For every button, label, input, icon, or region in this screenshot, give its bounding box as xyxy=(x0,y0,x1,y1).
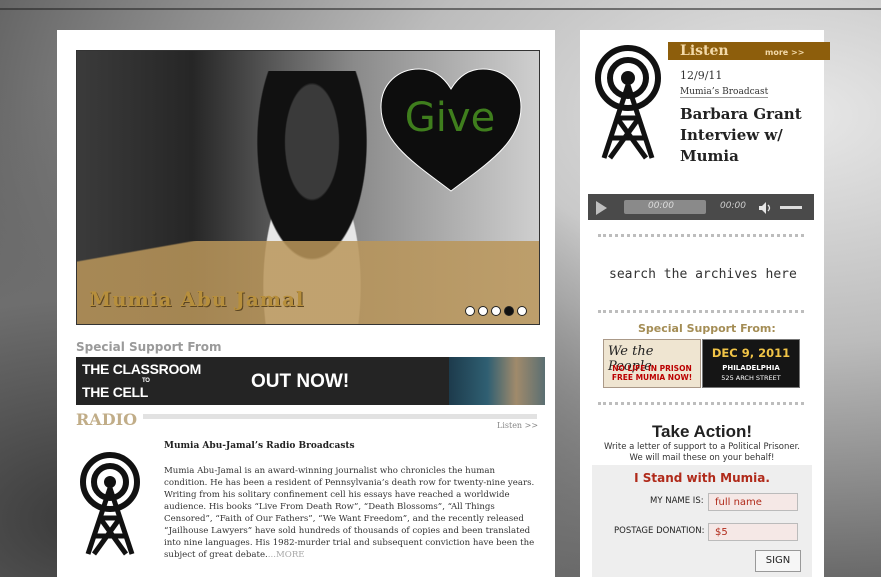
slide-dot-3[interactable] xyxy=(491,306,501,316)
banner-title-line2: THE CELL xyxy=(82,384,149,400)
postage-label: POSTAGE DONATION: xyxy=(614,526,705,536)
ad-we-the-people-tagline: NO LIFE IN PRISON FREE MUMIA NOW! xyxy=(611,364,693,382)
divider xyxy=(598,402,804,405)
slide-dot-2[interactable] xyxy=(478,306,488,316)
event-date: DEC 9, 2011 xyxy=(711,346,791,360)
classroom-to-cell-banner[interactable]: THE CLASSROOM TO THE CELL OUT NOW! xyxy=(76,357,545,405)
sidebar: Listen more >> 12/9/11 Mumia’s Broadcast… xyxy=(580,30,830,577)
slide-dot-5[interactable] xyxy=(517,306,527,316)
special-support-sidebar-heading: Special Support From: xyxy=(638,322,776,335)
banner-title-line1: THE CLASSROOM xyxy=(82,361,201,377)
radio-body-text: Mumia Abu-Jamal is an award-winning jour… xyxy=(164,466,535,560)
radio-section-title: RADIO xyxy=(76,410,138,429)
radio-heading: Mumia Abu-Jamal’s Radio Broadcasts xyxy=(164,441,355,451)
sign-button[interactable]: SIGN xyxy=(755,550,801,572)
we-the-people-ad[interactable]: We the People NO LIFE IN PRISON FREE MUM… xyxy=(603,339,701,388)
main-content: Mumia Abu Jamal Give Special Support Fro… xyxy=(57,30,555,577)
banner-photo xyxy=(449,357,545,405)
event-address: 525 ARCH STREET xyxy=(721,374,781,382)
audio-player: 00:00 00:00 xyxy=(588,194,814,220)
slide-dot-1[interactable] xyxy=(465,306,475,316)
radio-description: Mumia Abu-Jamal is an award-winning jour… xyxy=(164,465,540,561)
give-button[interactable]: Give xyxy=(395,95,505,141)
listen-more-link[interactable]: more >> xyxy=(765,48,804,57)
hero-slideshow[interactable]: Mumia Abu Jamal Give xyxy=(76,50,540,325)
play-icon[interactable] xyxy=(596,201,607,215)
radio-more-link[interactable]: ...MORE xyxy=(268,550,305,560)
radio-listen-link[interactable]: Listen >> xyxy=(497,421,538,430)
radio-divider xyxy=(143,414,537,419)
support-letter-form: I Stand with Mumia. MY NAME IS: full nam… xyxy=(592,465,812,577)
name-label: MY NAME IS: xyxy=(650,496,704,506)
search-archives-link[interactable]: search the archives here xyxy=(609,267,797,282)
event-city: PHILADELPHIA xyxy=(722,364,780,372)
audio-current-time: 00:00 xyxy=(648,201,674,211)
slide-pager[interactable] xyxy=(465,306,527,316)
name-input[interactable]: full name xyxy=(708,493,798,511)
broadcast-tower-icon xyxy=(595,45,661,160)
take-action-subtitle-2: We will mail these on your behalf! xyxy=(629,453,775,463)
volume-slider[interactable] xyxy=(780,206,802,209)
postage-input[interactable]: $5 xyxy=(708,523,798,541)
banner-title: THE CLASSROOM TO THE CELL xyxy=(82,361,201,401)
broadcast-date: 12/9/11 xyxy=(680,69,723,82)
radio-tower-icon xyxy=(80,452,140,556)
take-action-subtitle-1: Write a letter of support to a Political… xyxy=(604,442,800,452)
take-action-title: Take Action! xyxy=(651,422,753,441)
divider xyxy=(598,234,804,237)
divider xyxy=(598,310,804,313)
slide-dot-4[interactable] xyxy=(504,306,514,316)
listen-heading: Listen xyxy=(680,43,729,59)
barbed-wire-decoration xyxy=(0,8,881,10)
banner-out-now: OUT NOW! xyxy=(251,371,350,392)
hero-caption: Mumia Abu Jamal xyxy=(89,287,305,311)
volume-icon[interactable] xyxy=(758,201,772,215)
special-support-heading: Special Support From xyxy=(76,340,222,354)
event-ad[interactable]: DEC 9, 2011 PHILADELPHIA 525 ARCH STREET xyxy=(702,339,800,388)
broadcast-category-link[interactable]: Mumia’s Broadcast xyxy=(680,87,769,98)
broadcast-title-link[interactable]: Barbara Grant Interview w/ Mumia xyxy=(680,104,820,167)
form-title: I Stand with Mumia. xyxy=(634,471,770,485)
audio-duration: 00:00 xyxy=(720,201,746,211)
